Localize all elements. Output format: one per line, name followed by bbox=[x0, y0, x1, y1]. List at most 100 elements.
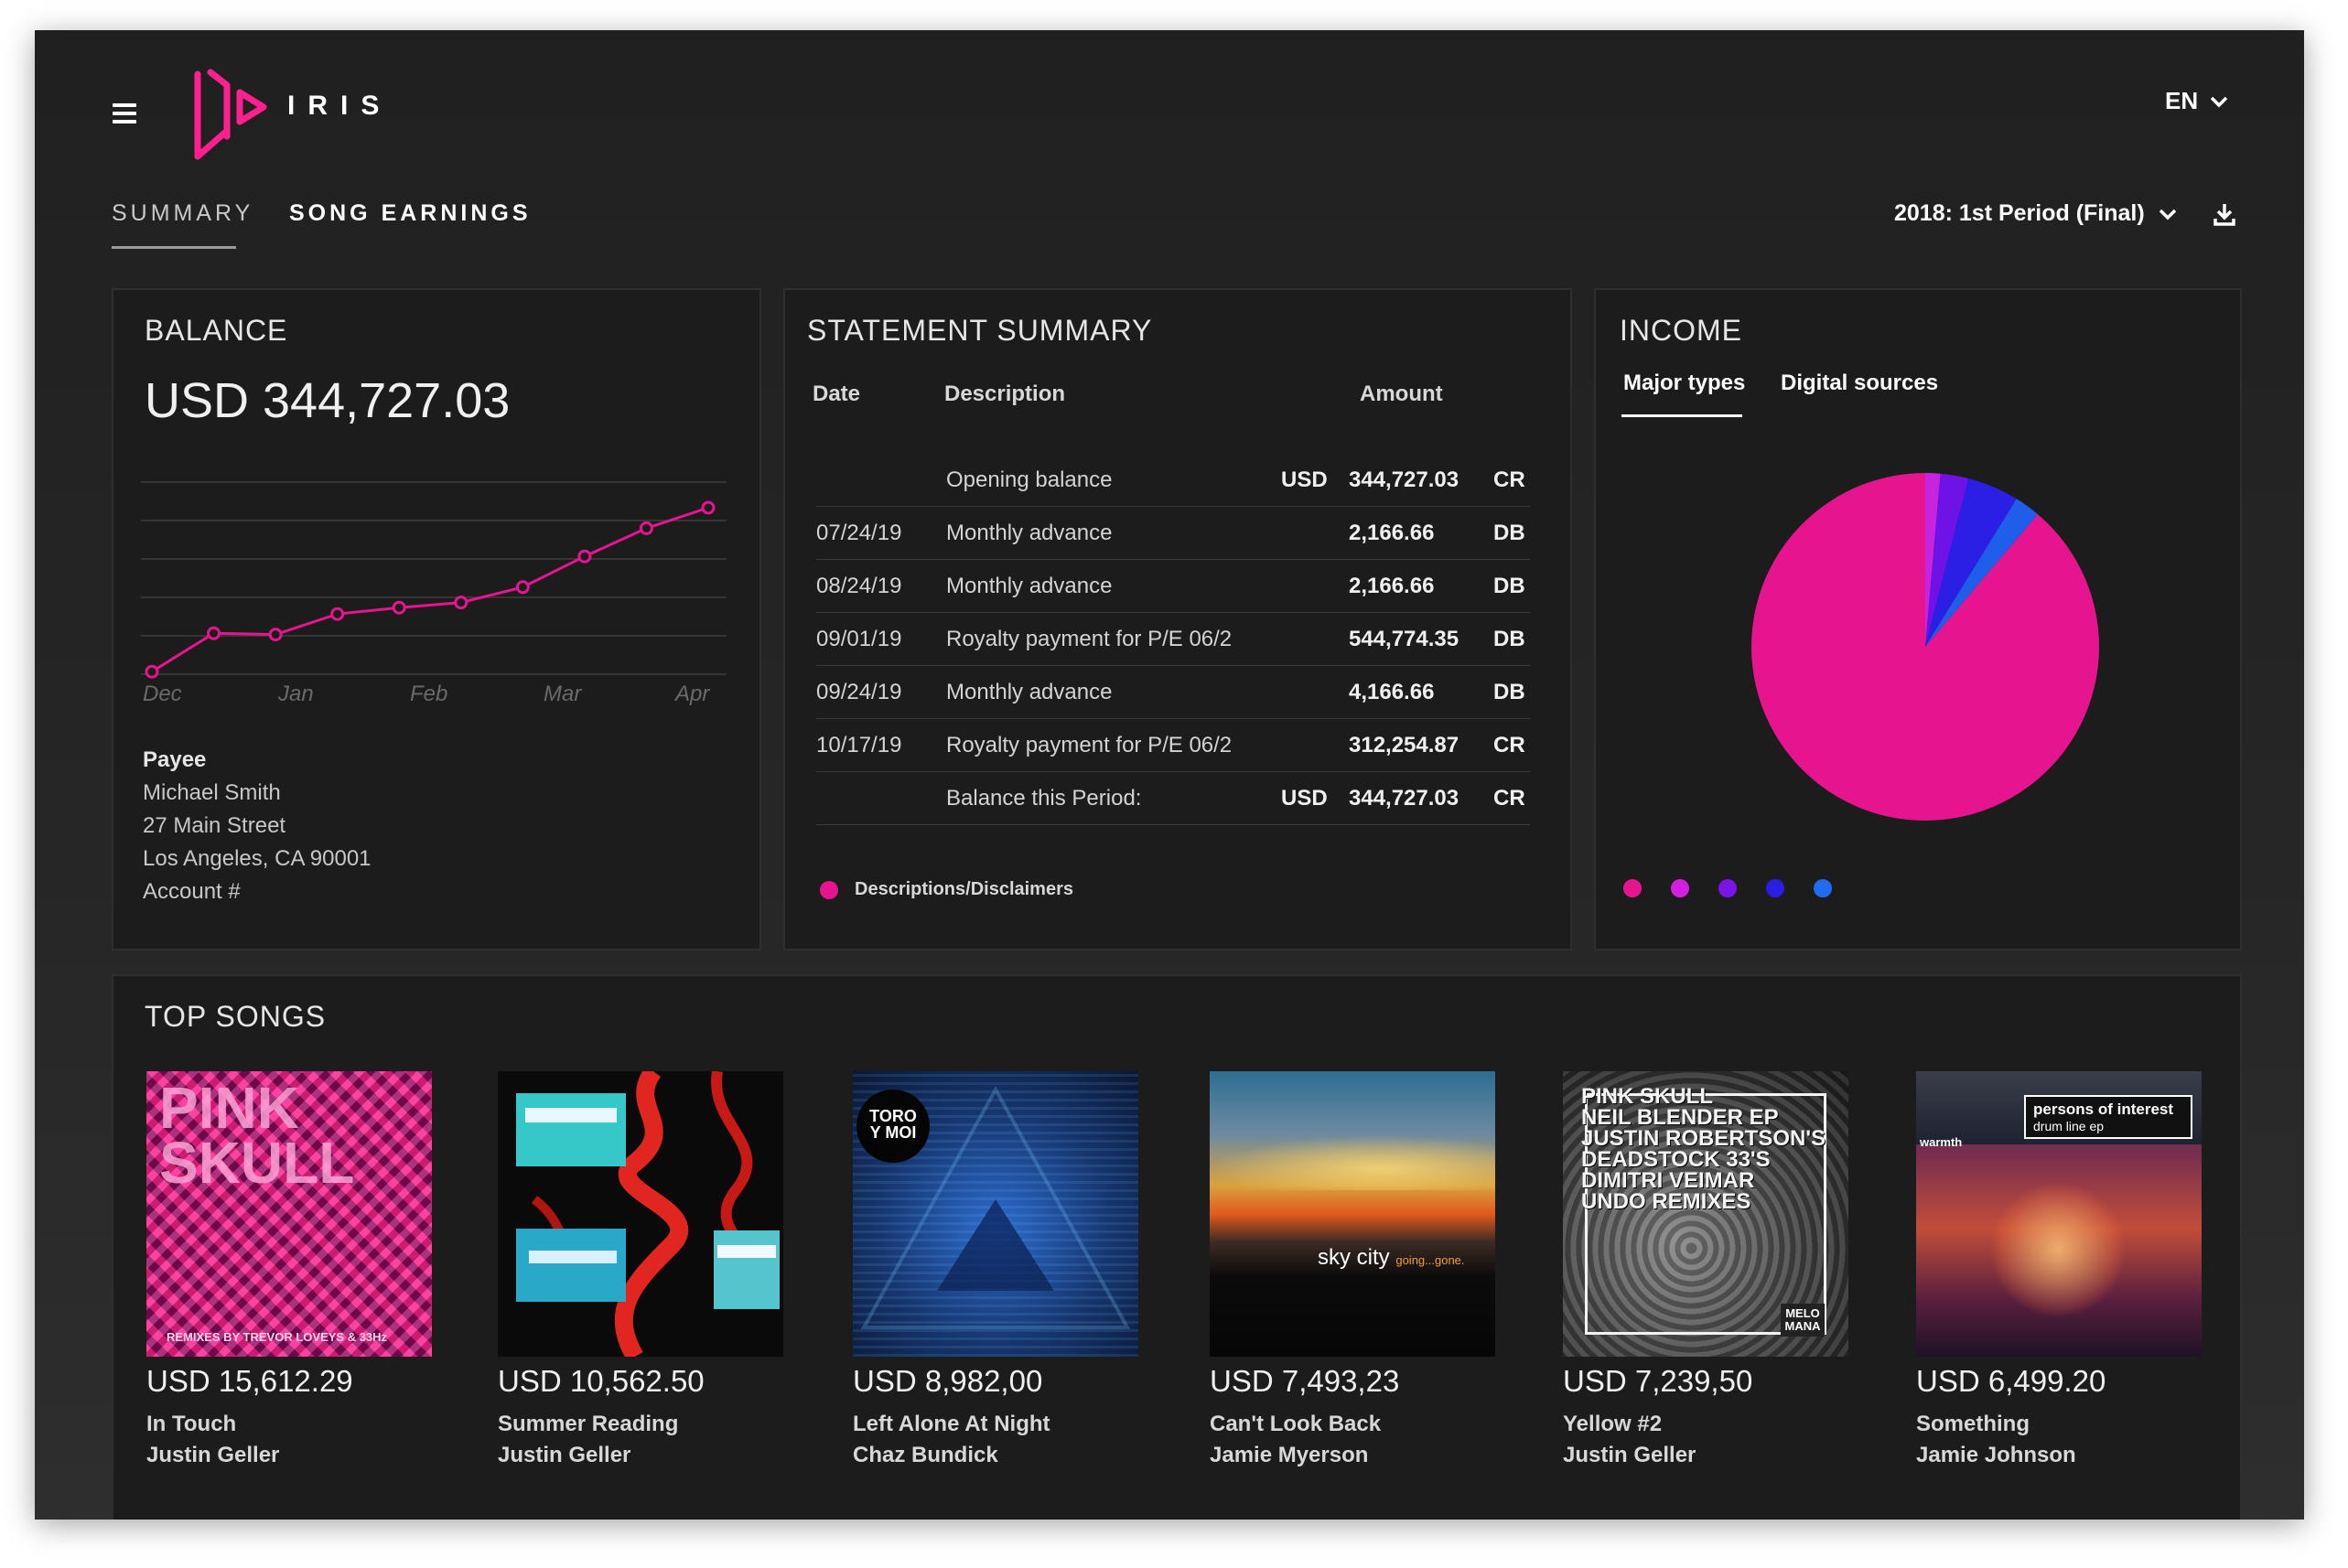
month-label: Dec bbox=[143, 682, 182, 706]
period-selector[interactable]: 2018: 1st Period (Final) bbox=[1894, 200, 2178, 227]
cover-text: NEIL BLENDER EP bbox=[1581, 1105, 1779, 1130]
statement-description: Opening balance bbox=[946, 467, 1113, 492]
song-title[interactable]: Something bbox=[1916, 1412, 2203, 1437]
payee-name: Michael Smith bbox=[143, 780, 281, 805]
period-label: 2018: 1st Period (Final) bbox=[1894, 200, 2145, 226]
balance-panel: BALANCE USD 344,727.03 Dec Jan Feb Mar A… bbox=[112, 288, 761, 950]
album-cover[interactable]: PINK SKULL NEIL BLENDER EP JUSTIN ROBERT… bbox=[1563, 1071, 1848, 1357]
cover-text: DIMITRI VEIMAR bbox=[1581, 1168, 1755, 1193]
language-selector[interactable]: EN bbox=[2165, 87, 2229, 115]
song-card[interactable]: warmth persons of interest drum line ep … bbox=[1916, 1071, 2203, 1468]
song-title[interactable]: Can't Look Back bbox=[1210, 1412, 1497, 1437]
statement-description: Balance this Period: bbox=[946, 786, 1142, 811]
income-legend bbox=[1623, 879, 1832, 897]
statement-description: Monthly advance bbox=[946, 574, 1113, 598]
statement-flag: CR bbox=[1493, 733, 1525, 757]
data-point[interactable] bbox=[330, 607, 345, 621]
song-card[interactable]: sky city going...gone. USD 7,493,23 Can'… bbox=[1210, 1071, 1497, 1468]
data-point[interactable] bbox=[639, 521, 653, 535]
chevron-down-icon bbox=[2159, 209, 2176, 220]
statement-amount: 544,774.35 bbox=[1349, 627, 1459, 651]
statement-amount: 2,166.66 bbox=[1349, 521, 1435, 545]
data-point[interactable] bbox=[207, 626, 221, 640]
cover-text: MELO bbox=[1785, 1306, 1820, 1320]
statement-row: 09/24/19 Monthly advance 4,166.66 DB bbox=[816, 665, 1530, 719]
song-card[interactable]: USD 10,562.50 Summer Reading Justin Gell… bbox=[498, 1071, 785, 1468]
income-pie-chart bbox=[1751, 473, 2099, 821]
cover-text: PINK SKULL bbox=[1581, 1084, 1713, 1109]
statement-date: 10/17/19 bbox=[816, 733, 902, 757]
cover-text: going...gone. bbox=[1395, 1253, 1465, 1267]
song-title[interactable]: Left Alone At Night bbox=[853, 1412, 1140, 1437]
data-point[interactable] bbox=[392, 600, 406, 615]
album-cover[interactable]: warmth persons of interest drum line ep bbox=[1916, 1071, 2202, 1357]
song-artist[interactable]: Justin Geller bbox=[1563, 1443, 1850, 1468]
statement-flag: CR bbox=[1493, 786, 1525, 811]
data-point[interactable] bbox=[268, 628, 283, 642]
chevron-down-icon bbox=[2210, 96, 2228, 107]
statement-flag: DB bbox=[1493, 574, 1525, 598]
cover-text: drum line ep bbox=[2033, 1119, 2105, 1133]
song-card[interactable]: TORO Y MOI USD 8,982,00 Left Alone At Ni… bbox=[853, 1071, 1140, 1468]
album-cover[interactable]: sky city going...gone. bbox=[1210, 1071, 1495, 1357]
album-cover[interactable]: TORO Y MOI bbox=[853, 1071, 1138, 1357]
disclaimer-dot bbox=[820, 880, 838, 899]
song-card[interactable]: PINK SKULL REMIXES BY TREVOR LOVEYS & 33… bbox=[146, 1071, 434, 1468]
statement-date: 07/24/19 bbox=[816, 521, 902, 545]
balance-amount: USD 344,727.03 bbox=[145, 373, 511, 428]
tab-summary[interactable]: SUMMARY bbox=[112, 200, 253, 227]
song-title[interactable]: Yellow #2 bbox=[1563, 1412, 1850, 1437]
iris-logo[interactable] bbox=[190, 65, 273, 166]
song-artist[interactable]: Justin Geller bbox=[498, 1443, 785, 1468]
month-label: Apr bbox=[675, 682, 710, 706]
month-label: Feb bbox=[410, 682, 448, 706]
legend-dot[interactable] bbox=[1623, 879, 1642, 897]
cover-text: JUSTIN ROBERTSON'S bbox=[1581, 1126, 1826, 1151]
song-card[interactable]: PINK SKULL NEIL BLENDER EP JUSTIN ROBERT… bbox=[1563, 1071, 1850, 1468]
download-icon[interactable] bbox=[2211, 200, 2238, 228]
data-point[interactable] bbox=[577, 549, 592, 564]
data-point[interactable] bbox=[454, 596, 469, 610]
statement-row: Opening balance USD 344,727.03 CR bbox=[816, 453, 1530, 507]
column-header-date: Date bbox=[813, 381, 861, 406]
legend-dot[interactable] bbox=[1766, 879, 1784, 897]
top-songs-panel: TOP SONGS PINK SKULL REMIXES BY TREVOR L… bbox=[112, 974, 2242, 1520]
album-cover[interactable] bbox=[498, 1071, 783, 1357]
song-title[interactable]: Summer Reading bbox=[498, 1412, 785, 1437]
statement-amount: 344,727.03 bbox=[1349, 467, 1459, 492]
tab-song-earnings[interactable]: SONG EARNINGS bbox=[289, 200, 532, 227]
data-point[interactable] bbox=[145, 664, 159, 679]
legend-dot[interactable] bbox=[1814, 879, 1832, 897]
statement-row: 10/17/19 Royalty payment for P/E 06/2 312,… bbox=[816, 718, 1530, 772]
legend-dot[interactable] bbox=[1718, 879, 1737, 897]
cover-text: UNDO REMIXES bbox=[1581, 1189, 1751, 1214]
song-amount: USD 7,239,50 bbox=[1563, 1364, 1753, 1398]
song-artist[interactable]: Jamie Johnson bbox=[1916, 1443, 2203, 1468]
song-artist[interactable]: Jamie Myerson bbox=[1210, 1443, 1497, 1468]
statement-date: 08/24/19 bbox=[816, 574, 902, 598]
statement-amount: 2,166.66 bbox=[1349, 574, 1435, 598]
statement-description: Royalty payment for P/E 06/2 bbox=[946, 627, 1233, 651]
data-point[interactable] bbox=[701, 500, 716, 515]
legend-dot[interactable] bbox=[1671, 879, 1689, 897]
album-cover[interactable]: PINK SKULL REMIXES BY TREVOR LOVEYS & 33… bbox=[146, 1071, 432, 1357]
cover-text: sky city bbox=[1318, 1245, 1390, 1270]
cover-text: persons of interest bbox=[2033, 1101, 2174, 1118]
statement-flag: CR bbox=[1493, 467, 1525, 492]
statement-flag: DB bbox=[1493, 521, 1525, 545]
statement-flag: DB bbox=[1493, 680, 1525, 704]
data-point[interactable] bbox=[515, 580, 530, 595]
song-title[interactable]: In Touch bbox=[146, 1412, 434, 1437]
hamburger-icon[interactable] bbox=[113, 103, 138, 127]
disclaimers-link[interactable]: Descriptions/Disclaimers bbox=[820, 879, 1073, 900]
song-artist[interactable]: Chaz Bundick bbox=[853, 1443, 1140, 1468]
tab-digital-sources[interactable]: Digital sources bbox=[1781, 371, 1938, 396]
income-title: INCOME bbox=[1620, 314, 1742, 347]
tab-major-types[interactable]: Major types bbox=[1623, 371, 1745, 396]
statement-title: STATEMENT SUMMARY bbox=[807, 314, 1153, 347]
song-artist[interactable]: Justin Geller bbox=[146, 1443, 434, 1468]
song-amount: USD 7,493,23 bbox=[1210, 1364, 1400, 1398]
song-amount: USD 8,982,00 bbox=[853, 1364, 1043, 1398]
disclaimers-label: Descriptions/Disclaimers bbox=[855, 879, 1073, 899]
column-header-description: Description bbox=[944, 381, 1066, 406]
